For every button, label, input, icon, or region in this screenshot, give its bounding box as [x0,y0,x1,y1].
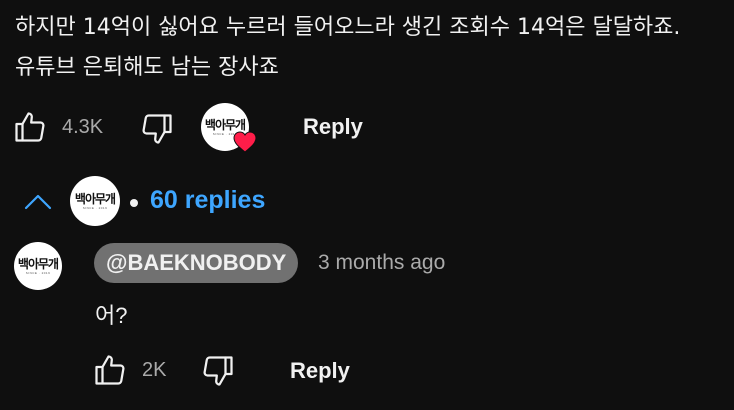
comment-text: 하지만 14억이 싫어요 누르러 들어오느라 생긴 조회수 14억은 달달하죠.… [15,15,681,80]
reply-text: 어? [95,303,128,328]
thumbs-down-icon [142,114,172,144]
avatar-logo-text: 백아무개 [74,191,116,206]
reply-timestamp[interactable]: 3 months ago [318,251,445,275]
like-count: 4.3K [62,116,104,138]
avatar-logo-text: 백아무개 [204,117,246,132]
thumbs-down-icon [203,356,233,386]
dislike-button[interactable] [139,111,175,147]
replies-toggle-button[interactable] [22,190,54,214]
reply-author-handle[interactable]: @BAEKNOBODY [94,243,299,283]
replier-avatar-small: 백아무개 SINCE · 2019 [70,176,120,226]
like-button[interactable] [12,109,48,145]
creator-heart-avatar: 백아무개 SINCE · 2019 [201,103,257,153]
avatar-logo-subtext: SINCE · 2019 [25,270,51,275]
reply-author-avatar[interactable]: 백아무개 SINCE · 2019 [14,242,62,290]
reply-button[interactable]: Reply [303,114,363,140]
heart-icon [233,131,257,153]
reply-reply-button[interactable]: Reply [290,358,350,384]
replies-count-link[interactable]: 60 replies [150,186,265,215]
reply-like-count: 2K [142,359,167,381]
avatar-logo-text: 백아무개 [17,256,59,271]
separator-dot [130,199,138,207]
chevron-up-icon [24,194,52,210]
reply-dislike-button[interactable] [200,353,236,389]
thumbs-up-icon [15,112,45,142]
avatar-logo-subtext: SINCE · 2019 [82,205,108,210]
thumbs-up-icon [95,355,125,385]
reply-like-button[interactable] [92,352,128,388]
